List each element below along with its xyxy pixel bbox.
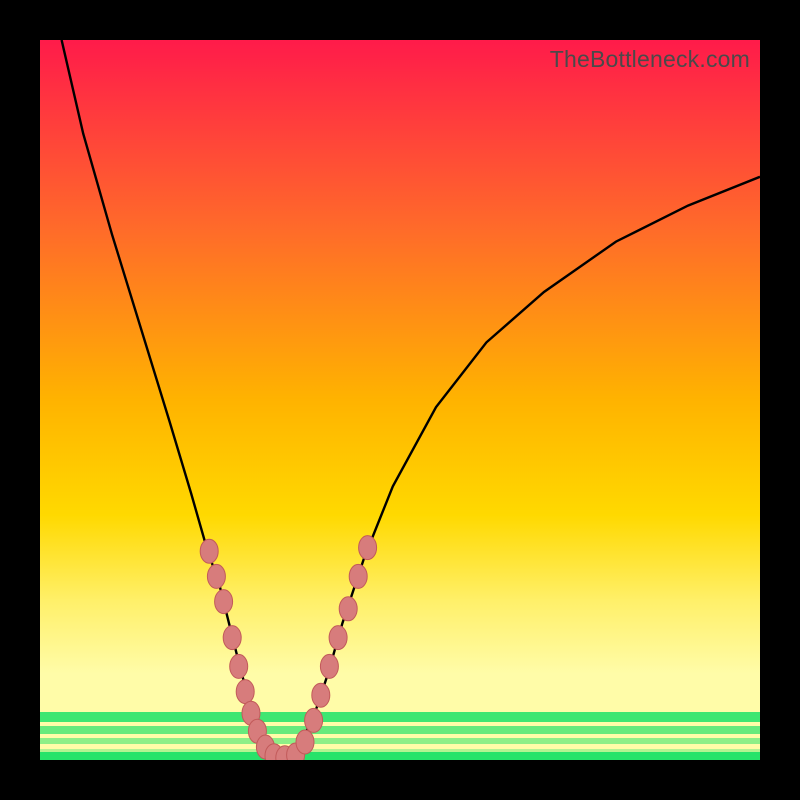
data-marker [312, 683, 330, 707]
curve-svg [40, 40, 760, 760]
watermark-text: TheBottleneck.com [550, 46, 750, 73]
plot-area: TheBottleneck.com [40, 40, 760, 760]
data-marker [230, 654, 248, 678]
data-marker [329, 626, 347, 650]
data-marker [349, 564, 367, 588]
data-marker [236, 680, 254, 704]
data-marker [339, 597, 357, 621]
data-marker [320, 654, 338, 678]
data-marker [223, 626, 241, 650]
chart-frame: TheBottleneck.com [0, 0, 800, 800]
data-marker [296, 730, 314, 754]
data-marker [359, 536, 377, 560]
data-marker [207, 564, 225, 588]
data-marker [305, 708, 323, 732]
data-marker [215, 590, 233, 614]
curve-left-branch [62, 40, 285, 760]
curve-right-branch [285, 177, 760, 760]
data-marker [200, 539, 218, 563]
marker-group [200, 536, 376, 760]
